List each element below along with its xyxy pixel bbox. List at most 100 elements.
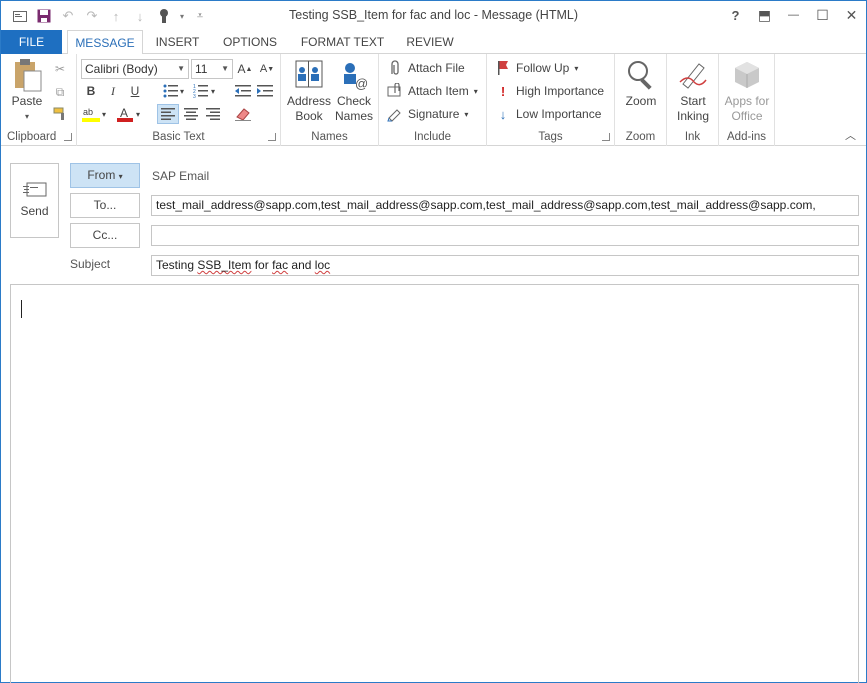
ribbon: Paste ▾ ✂ ⧉ Clipboard Calibri (Body) ▼ 1… bbox=[1, 54, 866, 146]
grow-font-icon[interactable]: A ▲ bbox=[235, 60, 255, 78]
exclamation-icon: ! bbox=[500, 83, 506, 99]
paste-dropdown-icon[interactable]: ▾ bbox=[7, 109, 47, 124]
subject-label: Subject bbox=[70, 257, 111, 271]
highlight-dropdown-icon[interactable]: ▾ bbox=[99, 105, 109, 123]
italic-button[interactable]: I bbox=[103, 82, 123, 100]
attach-item-icon bbox=[387, 83, 403, 99]
close-icon[interactable]: ✕ bbox=[837, 1, 866, 29]
addins-group-label: Add-ins bbox=[727, 131, 766, 143]
send-label: Send bbox=[20, 204, 49, 218]
font-color-icon[interactable]: A bbox=[115, 105, 135, 123]
follow-up-button[interactable]: Follow Up ▾ bbox=[495, 60, 578, 76]
font-name-select[interactable]: Calibri (Body) ▼ bbox=[81, 59, 189, 79]
address-book-button[interactable]: Address Book bbox=[286, 58, 332, 124]
maximize-icon[interactable]: ☐ bbox=[808, 1, 837, 29]
svg-text:3: 3 bbox=[193, 94, 196, 98]
addins-group: Apps for Office Add-ins bbox=[719, 54, 775, 146]
zoom-button[interactable]: Zoom bbox=[620, 58, 662, 109]
help-icon[interactable]: ? bbox=[721, 1, 750, 29]
send-button[interactable]: Send bbox=[10, 163, 59, 238]
apps-for-office-button[interactable]: Apps for Office bbox=[721, 58, 773, 124]
apps-label-2: Office bbox=[731, 109, 763, 123]
decrease-indent-icon[interactable] bbox=[233, 82, 253, 100]
low-importance-button[interactable]: ↓ Low Importance bbox=[495, 106, 602, 122]
cc-button[interactable]: Cc... bbox=[70, 223, 140, 248]
highlight-color-icon[interactable]: ab bbox=[81, 105, 101, 123]
tab-message[interactable]: MESSAGE bbox=[67, 30, 143, 55]
ink-group-label: Ink bbox=[684, 131, 701, 143]
align-center-icon[interactable] bbox=[181, 105, 201, 123]
font-color-dropdown-icon[interactable]: ▾ bbox=[133, 105, 143, 123]
clear-formatting-icon[interactable] bbox=[233, 105, 253, 123]
basic-text-launcher-icon[interactable] bbox=[268, 133, 276, 141]
include-group: Attach File Attach Item ▾ Signature ▾ In… bbox=[379, 54, 487, 146]
font-size-select[interactable]: 11 ▼ bbox=[191, 59, 233, 79]
down-arrow-icon: ↓ bbox=[499, 106, 507, 122]
from-button[interactable]: From ▾ bbox=[70, 163, 140, 188]
include-group-label: Include bbox=[413, 131, 452, 143]
increase-indent-icon[interactable] bbox=[255, 82, 275, 100]
outlook-message-window: ↶ ↷ ↑ ↓ ▾ ⩡ Testing SSB_Item for fac and… bbox=[0, 0, 867, 683]
attach-file-button[interactable]: Attach File bbox=[387, 60, 465, 76]
ribbon-display-icon[interactable]: ⬒ bbox=[750, 1, 779, 29]
chevron-down-icon: ▾ bbox=[118, 172, 123, 181]
apps-cube-icon bbox=[731, 58, 763, 92]
names-group-label: Names bbox=[311, 131, 348, 143]
flag-icon bbox=[495, 60, 511, 76]
high-importance-button[interactable]: ! High Importance bbox=[495, 83, 604, 99]
tab-options[interactable]: OPTIONS bbox=[217, 30, 283, 54]
chevron-down-icon: ▾ bbox=[473, 86, 478, 96]
collapse-ribbon-icon[interactable]: ︿ bbox=[845, 127, 856, 143]
cut-icon[interactable]: ✂ bbox=[50, 60, 70, 78]
ink-group: Start Inking Ink bbox=[667, 54, 719, 146]
clipboard-group: Paste ▾ ✂ ⧉ Clipboard bbox=[1, 54, 77, 146]
numbering-dropdown-icon[interactable]: ▾ bbox=[208, 82, 218, 100]
bold-button[interactable]: B bbox=[81, 82, 101, 100]
ribbon-tabs: FILE MESSAGE INSERT OPTIONS FORMAT TEXT … bbox=[1, 30, 866, 55]
shrink-font-icon[interactable]: A ▼ bbox=[257, 60, 277, 78]
follow-up-label: Follow Up bbox=[516, 61, 570, 75]
check-names-icon: @ bbox=[338, 58, 370, 92]
align-left-icon[interactable] bbox=[157, 104, 179, 124]
signature-button[interactable]: Signature ▾ bbox=[387, 106, 468, 122]
align-right-icon[interactable] bbox=[203, 105, 223, 123]
basic-text-group-label: Basic Text bbox=[152, 131, 205, 143]
clipboard-launcher-icon[interactable] bbox=[64, 133, 72, 141]
subject-text: SSB_Item bbox=[197, 258, 252, 272]
subject-field[interactable]: Testing SSB_Item for fac and loc bbox=[151, 255, 859, 276]
tab-review[interactable]: REVIEW bbox=[401, 30, 459, 54]
zoom-group-label: Zoom bbox=[625, 131, 656, 143]
tab-insert[interactable]: INSERT bbox=[150, 30, 205, 54]
check-names-button[interactable]: @ Check Names bbox=[333, 58, 375, 124]
tags-launcher-icon[interactable] bbox=[602, 133, 610, 141]
address-book-label-1: Address bbox=[286, 94, 332, 108]
minimize-icon[interactable]: — bbox=[779, 1, 808, 29]
tags-group-label: Tags bbox=[538, 131, 563, 143]
to-field[interactable]: test_mail_address@sapp.com,test_mail_add… bbox=[151, 195, 859, 216]
paste-label: Paste bbox=[11, 94, 43, 108]
check-names-label-2: Names bbox=[334, 109, 373, 123]
subject-text: fac bbox=[272, 258, 289, 272]
send-envelope-icon bbox=[22, 182, 47, 198]
tab-format-text[interactable]: FORMAT TEXT bbox=[295, 30, 390, 54]
check-names-label-1: Check bbox=[336, 94, 371, 108]
magnifier-icon bbox=[625, 58, 657, 92]
chevron-down-icon: ▼ bbox=[221, 64, 229, 73]
to-button[interactable]: To... bbox=[70, 193, 140, 218]
tab-file[interactable]: FILE bbox=[1, 30, 62, 54]
underline-button[interactable]: U bbox=[125, 82, 145, 100]
font-size-value: 11 bbox=[195, 62, 208, 76]
paste-icon bbox=[11, 58, 43, 92]
zoom-group: Zoom Zoom bbox=[615, 54, 667, 146]
paste-button[interactable]: Paste ▾ bbox=[7, 58, 47, 124]
message-body-editor[interactable] bbox=[10, 284, 859, 683]
cc-field[interactable] bbox=[151, 225, 859, 246]
attach-item-button[interactable]: Attach Item ▾ bbox=[387, 83, 478, 99]
copy-icon[interactable]: ⧉ bbox=[50, 83, 70, 101]
font-name-value: Calibri (Body) bbox=[85, 62, 158, 76]
names-group: Address Book @ Check Names Names bbox=[281, 54, 379, 146]
signature-icon bbox=[387, 106, 403, 122]
format-painter-icon[interactable] bbox=[50, 105, 70, 123]
start-inking-button[interactable]: Start Inking bbox=[671, 58, 715, 124]
bullets-dropdown-icon[interactable]: ▾ bbox=[177, 82, 187, 100]
